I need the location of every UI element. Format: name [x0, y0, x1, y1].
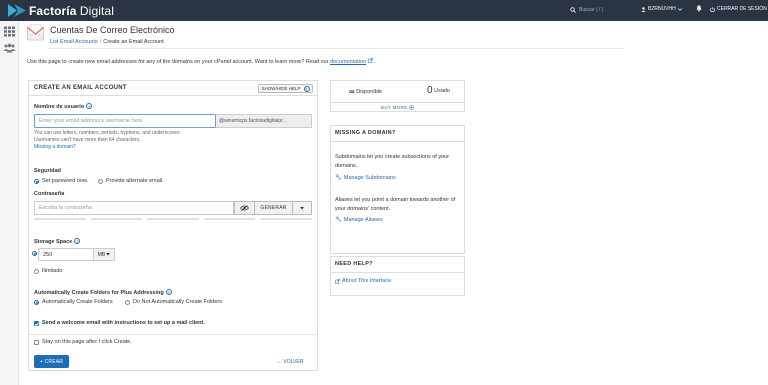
used-stat: 0 Usado: [427, 85, 450, 96]
need-help-title: NEED HELP?: [335, 261, 373, 267]
generate-password-button[interactable]: GENERAR: [255, 201, 293, 215]
username-hint-1: You can use letters, numbers, periods, h…: [34, 130, 181, 136]
plus-circle-icon: [409, 105, 414, 110]
logout-button[interactable]: CERRAR DE SESIÓN: [710, 6, 767, 12]
search-icon: [570, 7, 576, 13]
grid-icon[interactable]: [3, 26, 16, 37]
no-auto-create-folders-radio[interactable]: Do Not Automatically Create Folders: [125, 299, 222, 305]
logout-icon: [710, 6, 715, 12]
email-stats: ∞ Disponible 0 Usado BUY MORE: [330, 80, 465, 112]
radio-unselected: [125, 299, 130, 305]
wrench-icon: 🔧: [335, 175, 342, 181]
wrench-icon: 🔧: [335, 217, 342, 223]
storage-quota-input[interactable]: [38, 248, 94, 261]
intro-text: Use this page to create new email addres…: [27, 58, 376, 65]
page-title: Cuentas De Correo Electrónico: [50, 25, 175, 35]
create-button[interactable]: + CREAR: [34, 355, 69, 368]
about-interface-link[interactable]: About This Interface: [335, 278, 391, 284]
buy-more-link[interactable]: BUY MORE: [331, 102, 464, 112]
set-password-now-radio[interactable]: Set password now.: [34, 178, 88, 184]
show-hide-help-button[interactable]: SHOW/HIDE HELP ?: [258, 84, 313, 93]
username-input[interactable]: [34, 114, 216, 128]
provide-alternate-email-radio[interactable]: Provide alternate email.: [98, 178, 164, 184]
radio-selected: [34, 299, 39, 305]
welcome-email-checkbox[interactable]: Send a welcome email with instructions t…: [34, 320, 205, 326]
help-icon[interactable]: ?: [165, 289, 172, 295]
caret-down-icon: [300, 206, 304, 209]
brand-name: Factoría Digital: [29, 3, 114, 18]
need-help-box: NEED HELP? About This Interface: [330, 256, 465, 296]
checkbox-checked: [34, 320, 39, 326]
missing-domain-box: MISSING A DOMAIN? Subdomains let you cre…: [330, 125, 465, 254]
panel-title: CREATE AN EMAIL ACCOUNT: [34, 85, 127, 91]
generator-options-dropdown[interactable]: [293, 201, 312, 215]
bell-icon[interactable]: [696, 5, 702, 12]
toggle-password-visibility-button[interactable]: [234, 201, 255, 215]
search-input[interactable]: Buscar ( / ): [570, 4, 628, 16]
manage-aliases-link[interactable]: 🔧 Manage Aliases: [335, 217, 383, 223]
brand-logo[interactable]: Factoría Digital: [8, 3, 114, 18]
help-icon: ?: [303, 85, 310, 92]
username: BZRNUVHH: [648, 6, 676, 12]
available-stat: ∞ Disponible: [349, 87, 382, 96]
plus-addressing-label: Automatically Create Folders for Plus Ad…: [34, 289, 172, 296]
auto-create-folders-radio[interactable]: Automatically Create Folders: [34, 299, 113, 305]
logout-label: CERRAR DE SESIÓN: [717, 6, 767, 12]
header-divider: [48, 48, 624, 49]
help-icon[interactable]: ?: [74, 238, 81, 244]
subdomains-text: Subdomains let you create subsections of…: [335, 154, 450, 169]
documentation-link[interactable]: documentation: [330, 59, 366, 65]
aliases-text: Aliases let you point a domain towards a…: [335, 197, 456, 212]
domain-select[interactable]: @winamicps.factoriadigitalpr...: [216, 114, 312, 128]
external-link-icon: [367, 58, 373, 63]
users-icon[interactable]: [3, 43, 16, 54]
infinity-icon: ∞: [349, 87, 355, 96]
user-icon: [641, 6, 646, 12]
breadcrumb-current: Create an Email Account: [103, 39, 164, 45]
radio-unselected: [34, 268, 39, 274]
checkbox-unchecked: [34, 339, 39, 345]
username-label: Nombre de usuario?: [34, 103, 93, 110]
security-label: Seguridad: [34, 168, 61, 174]
side-nav: [0, 21, 19, 385]
password-input[interactable]: [34, 201, 234, 215]
missing-domain-title: MISSING A DOMAIN?: [335, 130, 396, 136]
chevron-down-icon: [677, 7, 682, 11]
caret-down-icon: [106, 253, 111, 256]
top-bar: Factoría Digital Buscar ( / ) BZRNUVHH C…: [0, 0, 768, 21]
radio-selected: [32, 251, 37, 256]
password-label: Contraseña: [34, 191, 65, 197]
radio-selected: [34, 178, 39, 184]
panel-divider: [29, 334, 317, 335]
storage-space-label: Storage Space?: [34, 238, 81, 245]
help-icon[interactable]: ?: [86, 103, 93, 109]
breadcrumb-separator: /: [99, 39, 102, 45]
missing-domain-link[interactable]: Missing a domain?: [34, 144, 76, 150]
user-menu[interactable]: BZRNUVHH: [641, 6, 682, 12]
storage-unit-dropdown[interactable]: MB: [94, 248, 115, 261]
factoria-logo-icon: [8, 4, 26, 17]
panel-header: CREATE AN EMAIL ACCOUNT SHOW/HIDE HELP ?: [29, 81, 317, 96]
password-strength-meter: [34, 218, 312, 220]
username-hint-2: Usernames can't have more than 64 charac…: [34, 137, 141, 143]
storage-limited-radio[interactable]: [32, 251, 37, 256]
storage-unlimited-radio[interactable]: Ilimitado: [34, 268, 62, 274]
create-email-panel: CREATE AN EMAIL ACCOUNT SHOW/HIDE HELP ?…: [28, 80, 318, 371]
search-placeholder: Buscar ( / ): [579, 7, 604, 13]
stats-row: ∞ Disponible 0 Usado: [331, 84, 464, 100]
breadcrumb: List Email Accounts / Create an Email Acco…: [50, 39, 164, 45]
manage-subdomains-link[interactable]: 🔧 Manage Subdomains: [335, 175, 396, 181]
breadcrumb-list-email-accounts[interactable]: List Email Accounts: [50, 39, 98, 45]
email-envelope-icon: [27, 24, 44, 41]
stay-on-page-checkbox[interactable]: Stay on this page after I click Create.: [34, 339, 132, 345]
radio-unselected: [98, 178, 103, 184]
external-link-icon: [335, 278, 340, 284]
eye-slash-icon: [240, 205, 249, 211]
back-link[interactable]: ← VOLVER: [277, 359, 303, 365]
